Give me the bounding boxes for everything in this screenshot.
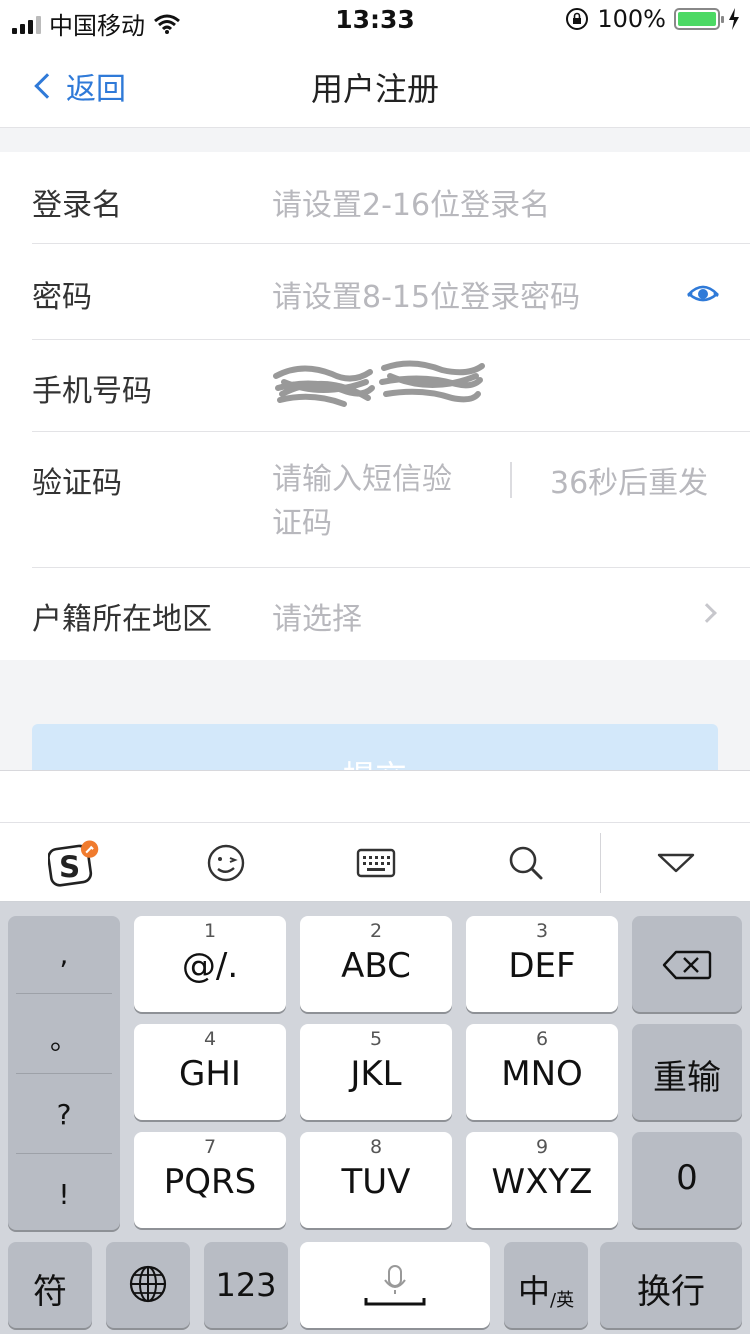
registration-form: 登录名 请设置2-16位登录名 密码 请设置8-15位登录密码 手机号码 验证码… [0,152,750,660]
backspace-icon [662,950,712,980]
region-select[interactable]: 请选择 [272,594,362,638]
chevron-right-icon [697,603,717,623]
keyboard-icon[interactable] [350,837,402,889]
key-1[interactable]: 1 @/. [134,916,286,1012]
status-right: 100% [565,5,740,33]
password-row[interactable]: 密码 请设置8-15位登录密码 [32,244,750,340]
region-label: 户籍所在地区 [32,602,212,637]
punct-key-question[interactable]: ? [16,1076,112,1154]
key-2[interactable]: 2 ABC [300,916,452,1012]
phone-value-redacted [273,360,485,407]
nav-bar: 返回 用户注册 [0,40,750,128]
resend-button[interactable]: 36秒后重发 [550,458,708,502]
globe-key[interactable] [106,1242,190,1328]
collapse-keyboard-icon[interactable] [650,837,702,889]
punctuation-column[interactable]: , 。 ? ! [8,916,120,1230]
sogou-logo-icon[interactable]: S [48,837,100,889]
rotation-lock-icon [566,8,589,30]
keyboard: S , 。 ? ! 1 @/. 2 ABC 3 DEF 4 GHI 5 JKL … [0,770,750,1334]
login-name-input[interactable]: 请设置2-16位登录名 [272,180,550,224]
punct-key-exclaim[interactable]: ! [16,1156,112,1234]
eye-icon[interactable] [686,276,720,310]
enter-key[interactable]: 换行 [600,1242,742,1328]
battery-percent: 100% [597,5,666,33]
reinput-key[interactable]: 重输 [632,1024,742,1120]
phone-label: 手机号码 [32,374,152,409]
svg-text:S: S [59,850,80,884]
emoji-icon[interactable] [200,837,252,889]
sms-code-label: 验证码 [32,466,122,501]
keyboard-toolbar: S [0,822,750,902]
login-name-row[interactable]: 登录名 请设置2-16位登录名 [32,152,750,244]
key-0[interactable]: 0 [632,1132,742,1228]
divider [510,462,512,498]
key-9[interactable]: 9 WXYZ [466,1132,618,1228]
search-icon[interactable] [500,837,552,889]
key-5[interactable]: 5 JKL [300,1024,452,1120]
punct-key-comma[interactable]: , [16,916,112,994]
page-title: 用户注册 [310,70,439,108]
keyboard-input-strip [0,770,750,822]
key-7[interactable]: 7 PQRS [134,1132,286,1228]
key-8[interactable]: 8 TUV [300,1132,452,1228]
key-3[interactable]: 3 DEF [466,916,618,1012]
microphone-icon [364,1265,426,1306]
toolbar-divider [600,833,601,893]
key-6[interactable]: 6 MNO [466,1024,618,1120]
numbers-key[interactable]: 123 [204,1242,288,1328]
status-bar: 中国移动 13:33 100% [0,0,750,40]
sms-code-row[interactable]: 验证码 请输入短信验证码 36秒后重发 [32,432,750,568]
symbols-key[interactable]: 符 [8,1242,92,1328]
region-row[interactable]: 户籍所在地区 请选择 [32,568,750,660]
login-name-label: 登录名 [32,188,122,223]
backspace-key[interactable] [632,916,742,1012]
space-key[interactable] [300,1242,490,1328]
phone-row[interactable]: 手机号码 [32,340,750,432]
language-switch-key[interactable]: 中 /英 [504,1242,588,1328]
keyboard-keys: , 。 ? ! 1 @/. 2 ABC 3 DEF 4 GHI 5 JKL 6 … [0,902,750,1334]
sms-code-input[interactable]: 请输入短信验证码 [272,458,472,546]
punct-key-period[interactable]: 。 [16,996,112,1074]
key-4[interactable]: 4 GHI [134,1024,286,1120]
charging-icon [729,8,739,30]
battery-icon [674,8,724,30]
password-label: 密码 [32,280,92,315]
password-input[interactable]: 请设置8-15位登录密码 [272,272,580,316]
globe-icon [129,1265,167,1303]
